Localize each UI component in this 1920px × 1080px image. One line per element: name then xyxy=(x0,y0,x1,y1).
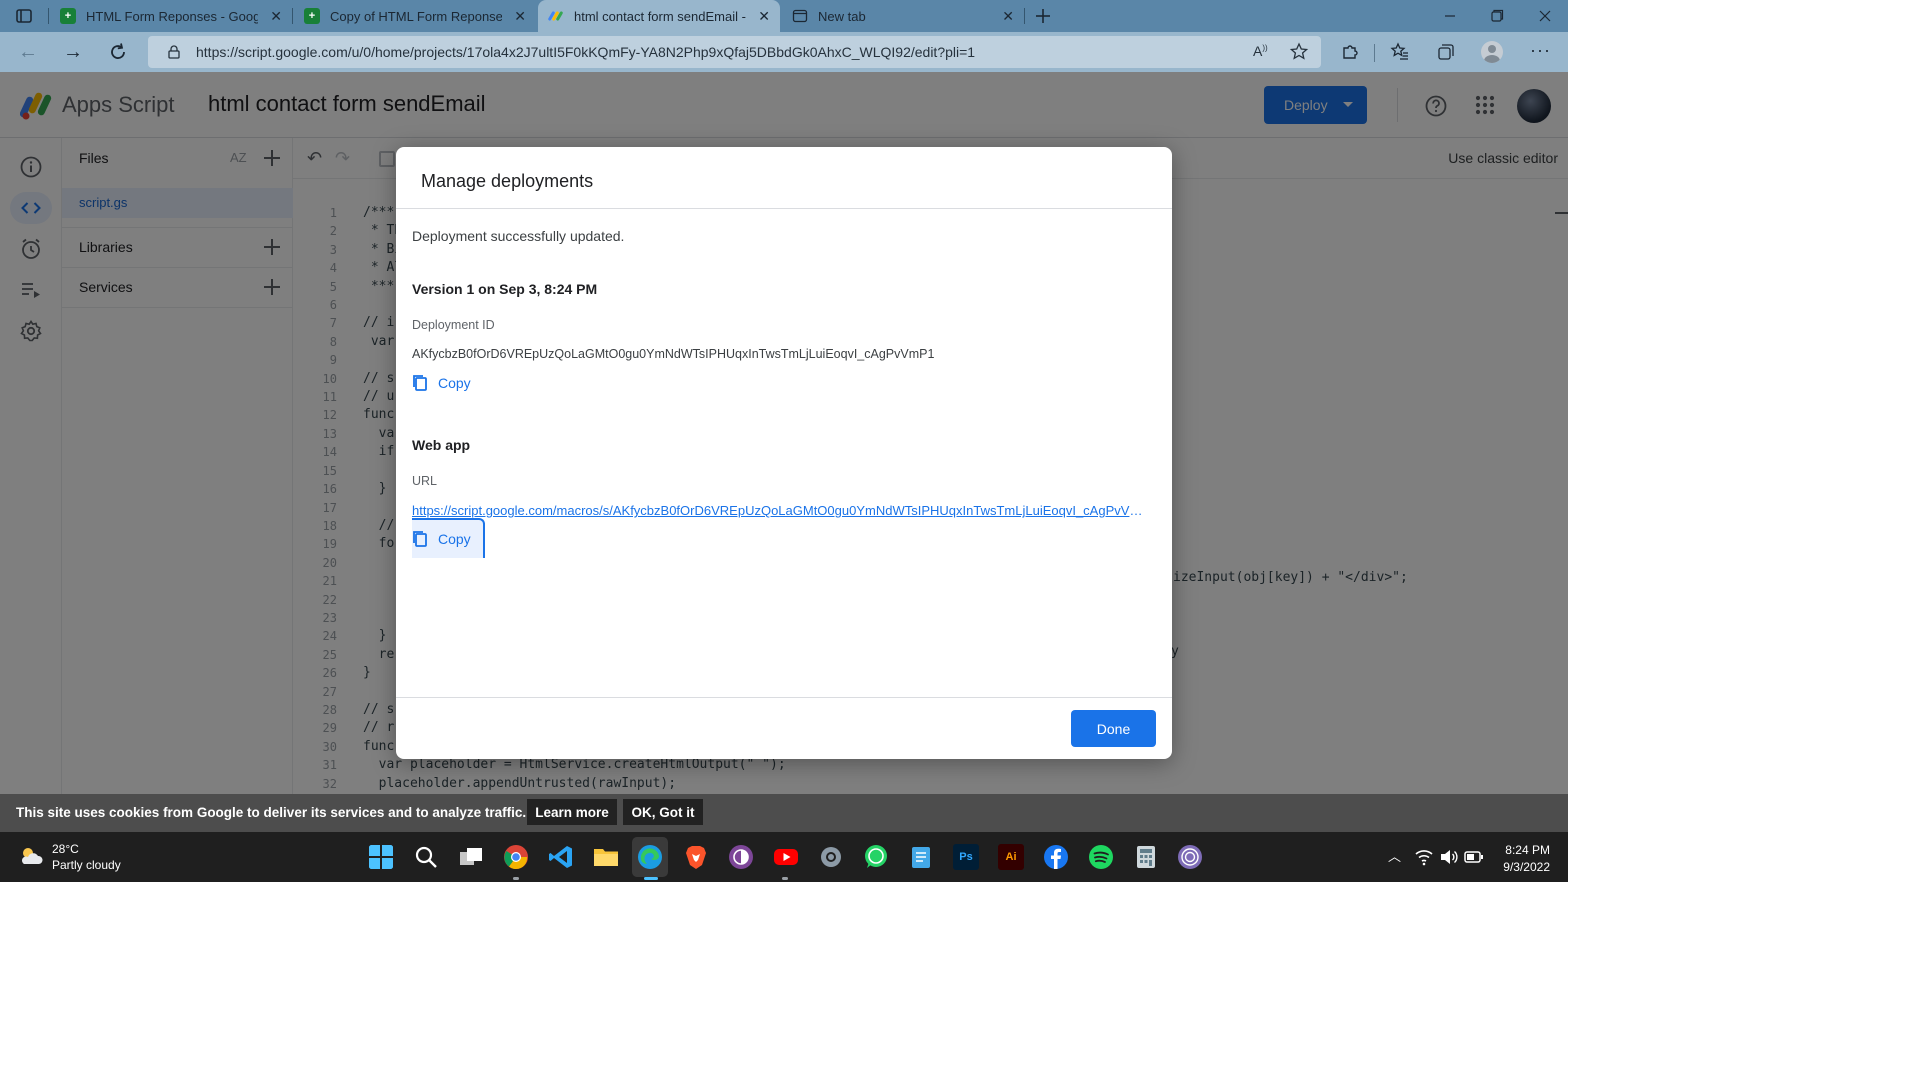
clock-date: 9/3/2022 xyxy=(1503,860,1550,874)
copy-deployment-id-button[interactable]: Copy xyxy=(412,365,471,401)
web-app-heading: Web app xyxy=(412,437,471,453)
deployment-id-label: Deployment ID xyxy=(412,318,495,332)
tab-form-responses[interactable]: + HTML Form Reponses - Google S ✕ xyxy=(50,0,292,32)
photoshop-icon[interactable]: Ps xyxy=(953,844,979,870)
manage-deployments-dialog: Manage deployments Deployment successful… xyxy=(396,147,1172,759)
tab-actions-icon[interactable] xyxy=(14,6,34,26)
web-app-url-link[interactable]: https://script.google.com/macros/s/AKfyc… xyxy=(412,503,1152,518)
chrome-icon[interactable] xyxy=(503,844,529,870)
show-hidden-icons-icon[interactable]: ︿ xyxy=(1388,846,1401,865)
windows-taskbar: 28°C Partly cloudy Ps Ai ︿ 8:24 PM 9/3/2… xyxy=(0,832,1568,882)
url-text: https://script.google.com/u/0/home/proje… xyxy=(196,44,976,60)
extensions-icon[interactable] xyxy=(1340,42,1360,62)
illustrator-icon[interactable]: Ai xyxy=(998,844,1024,870)
url-label: URL xyxy=(412,474,438,488)
tab-separator xyxy=(292,8,293,24)
file-explorer-icon[interactable] xyxy=(593,844,619,870)
close-tab-icon[interactable]: ✕ xyxy=(758,8,770,25)
dialog-title: Manage deployments xyxy=(421,171,594,191)
cookie-consent-bar: This site uses cookies from Google to de… xyxy=(0,794,1568,832)
clock-time: 8:24 PM xyxy=(1505,843,1550,857)
url-field[interactable]: https://script.google.com/u/0/home/proje… xyxy=(148,36,1321,68)
running-indicator xyxy=(513,877,519,880)
tab-separator xyxy=(48,8,49,24)
facebook-icon[interactable] xyxy=(1043,844,1069,870)
windows-start-icon[interactable] xyxy=(368,844,394,870)
favorites-icon[interactable] xyxy=(1390,42,1410,62)
more-menu-icon[interactable]: ··· xyxy=(1530,40,1551,61)
profile-avatar[interactable] xyxy=(1481,41,1503,63)
version-heading: Version 1 on Sep 3, 8:24 PM xyxy=(412,281,598,297)
restore-icon[interactable] xyxy=(1487,6,1507,26)
back-icon[interactable]: ← xyxy=(16,40,40,64)
collections-icon[interactable] xyxy=(1436,42,1456,62)
copy-label: Copy xyxy=(438,531,471,547)
running-indicator xyxy=(782,877,788,880)
copy-label: Copy xyxy=(438,375,471,391)
toolbar-separator xyxy=(1374,44,1375,62)
close-window-icon[interactable] xyxy=(1535,6,1555,26)
tab-title: HTML Form Reponses - Google S xyxy=(86,8,258,24)
brave-icon[interactable] xyxy=(683,844,709,870)
tab-title: Copy of HTML Form Reponses - xyxy=(330,8,502,24)
deployment-id-value: AKfycbzB0fOrD6VREpUzQoLaGMtO0gu0YmNdWTsI… xyxy=(412,347,935,361)
add-favorite-icon[interactable] xyxy=(1289,42,1309,62)
lock-icon[interactable] xyxy=(168,45,180,59)
close-tab-icon[interactable]: ✕ xyxy=(270,8,282,25)
tab-title: New tab xyxy=(818,8,866,24)
browser-tab-strip: + HTML Form Reponses - Google S ✕ + Copy… xyxy=(0,0,1568,32)
ok-got-it-button[interactable]: OK, Got it xyxy=(623,799,703,825)
system-clock[interactable]: 8:24 PM 9/3/2022 xyxy=(1503,842,1550,876)
apps-script-icon xyxy=(548,11,563,21)
temperature: 28°C xyxy=(52,842,79,856)
tab-copy-form-responses[interactable]: + Copy of HTML Form Reponses - ✕ xyxy=(294,0,536,32)
wifi-icon[interactable] xyxy=(1414,848,1434,866)
browser-address-bar: ← → https://script.google.com/u/0/home/p… xyxy=(0,32,1568,72)
volume-icon[interactable] xyxy=(1439,848,1459,866)
sheets-icon: + xyxy=(304,8,320,24)
tab-apps-script[interactable]: html contact form sendEmail - Pr ✕ xyxy=(538,0,780,32)
close-tab-icon[interactable]: ✕ xyxy=(1002,8,1014,25)
edge-icon[interactable] xyxy=(637,844,663,870)
tor-browser-icon[interactable] xyxy=(1177,844,1203,870)
minimize-icon[interactable] xyxy=(1440,6,1460,26)
cookie-message: This site uses cookies from Google to de… xyxy=(16,805,527,820)
copy-icon xyxy=(413,375,427,391)
tor-icon[interactable] xyxy=(728,844,754,870)
read-aloud-icon[interactable]: A)) xyxy=(1253,43,1268,59)
forward-icon[interactable]: → xyxy=(61,40,85,64)
spotify-icon[interactable] xyxy=(1088,844,1114,870)
weather-condition: Partly cloudy xyxy=(52,858,121,872)
search-icon[interactable] xyxy=(413,844,439,870)
battery-icon[interactable] xyxy=(1464,849,1484,865)
dialog-header-divider xyxy=(396,208,1172,209)
sheets-icon: + xyxy=(60,8,76,24)
dialog-footer-divider xyxy=(396,697,1172,698)
active-indicator xyxy=(644,877,658,880)
whatsapp-icon[interactable] xyxy=(863,844,889,870)
calculator-icon[interactable] xyxy=(1133,844,1159,870)
close-tab-icon[interactable]: ✕ xyxy=(514,8,526,25)
done-button[interactable]: Done xyxy=(1071,710,1156,747)
learn-more-button[interactable]: Learn more xyxy=(527,799,617,825)
vscode-icon[interactable] xyxy=(548,844,574,870)
copy-web-app-url-button[interactable]: Copy xyxy=(412,518,485,558)
copy-icon xyxy=(413,531,427,547)
youtube-icon[interactable] xyxy=(773,844,799,870)
task-view-icon[interactable] xyxy=(458,844,484,870)
notepad-icon[interactable] xyxy=(908,844,934,870)
refresh-icon[interactable] xyxy=(106,40,130,64)
tab-separator xyxy=(1024,8,1025,24)
settings-icon[interactable] xyxy=(818,844,844,870)
new-tab-icon xyxy=(792,9,808,23)
new-tab-plus-icon[interactable] xyxy=(1033,6,1053,26)
tab-new-tab[interactable]: New tab ✕ xyxy=(782,0,1024,32)
tab-title: html contact form sendEmail - Pr xyxy=(574,8,746,24)
partly-cloudy-icon xyxy=(21,848,43,864)
success-message: Deployment successfully updated. xyxy=(412,228,625,244)
